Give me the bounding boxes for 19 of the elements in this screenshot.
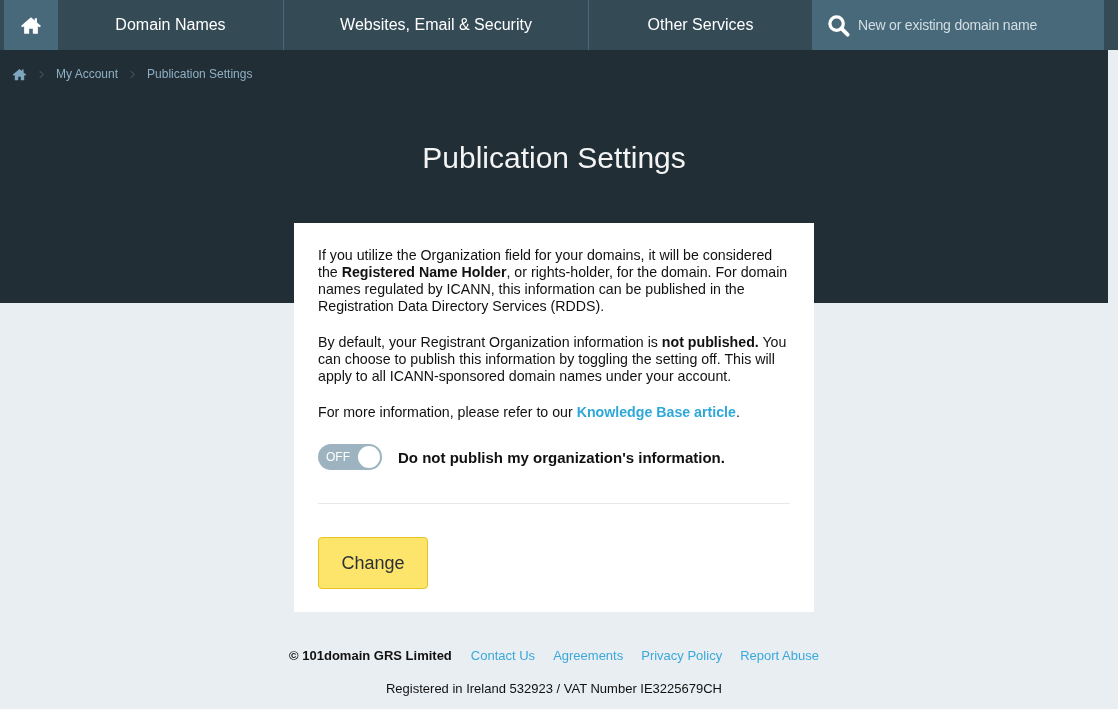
home-button[interactable] — [4, 0, 58, 50]
domain-search-bar[interactable]: New or existing domain name — [812, 0, 1104, 50]
change-button[interactable]: Change — [318, 537, 428, 589]
info-paragraph: If you utilize the Organization field for your domains, it will be considered the Registered Name Holder, or rights-holder, for the domain. For domain names regulated by ICANN, this information can be published in the Registration Data Directory Services (RDDS). — [318, 247, 789, 315]
home-icon — [20, 15, 42, 35]
info-paragraph: By default, your Registrant Organization information is not published. You can choose to publish this information by toggling the setting off. This will apply to all ICANN-sponsored domain names under your account. — [318, 334, 788, 385]
page-title: Publication Settings — [421, 140, 687, 176]
domain-search-field[interactable]: New or existing domain name — [858, 13, 1098, 37]
nav-menu-item[interactable]: Domain Names — [58, 0, 283, 50]
toggle-label: Do not publish my organization's information. — [398, 448, 725, 466]
copyright-text: © 101domain GRS Limited — [289, 647, 452, 663]
info-paragraph: For more information, please refer to our Knowledge Base article. — [318, 404, 741, 421]
registration-text: Registered in Ireland 532923 / VAT Number IE3225679CH — [384, 680, 723, 698]
chevron-icon — [130, 69, 136, 79]
home-icon[interactable] — [12, 67, 27, 81]
breadcrumb-link[interactable]: My Account — [56, 67, 119, 81]
chevron-icon — [39, 69, 44, 79]
breadcrumb-link[interactable]: Publication Settings — [147, 67, 253, 81]
search-icon[interactable] — [827, 13, 850, 37]
